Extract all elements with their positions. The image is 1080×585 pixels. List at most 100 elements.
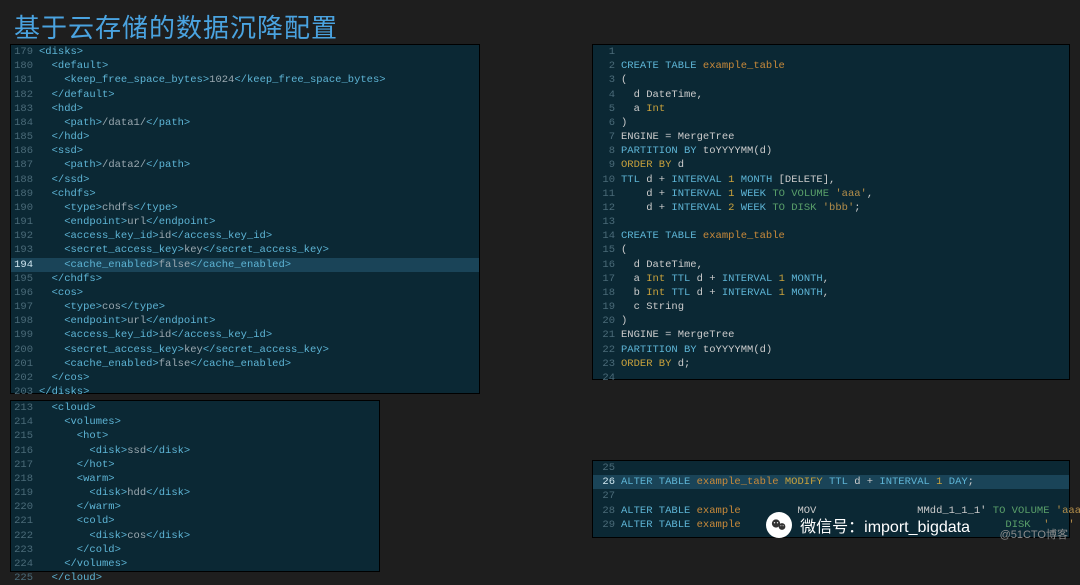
code-text: d + INTERVAL 2 WEEK TO DISK 'bbb'; (621, 201, 861, 215)
code-line: 3( (593, 73, 1069, 87)
line-number: 28 (593, 504, 621, 518)
code-text: <keep_free_space_bytes>1024</keep_free_s… (39, 73, 386, 87)
code-line: 19 c String (593, 300, 1069, 314)
code-line: 188 </ssd> (11, 173, 479, 187)
line-number: 12 (593, 201, 621, 215)
line-number: 189 (11, 187, 39, 201)
line-number: 23 (593, 357, 621, 371)
line-number: 220 (11, 500, 39, 514)
line-number: 224 (11, 557, 39, 571)
code-text: <secret_access_key>key</secret_access_ke… (39, 343, 329, 357)
code-line: 222 <disk>cos</disk> (11, 529, 379, 543)
code-line: 213 <cloud> (11, 401, 379, 415)
code-text: <disk>ssd</disk> (39, 444, 190, 458)
code-line: 224 </volumes> (11, 557, 379, 571)
code-line: 195 </chdfs> (11, 272, 479, 286)
code-line: 202 </cos> (11, 371, 479, 385)
code-line: 5 a Int (593, 102, 1069, 116)
code-line: 24 (593, 371, 1069, 385)
code-text: ORDER BY d (621, 158, 684, 172)
code-text: </cos> (39, 371, 89, 385)
code-text: ( (621, 243, 627, 257)
line-number: 201 (11, 357, 39, 371)
line-number: 24 (593, 371, 621, 385)
code-text: <endpoint>url</endpoint> (39, 215, 215, 229)
code-text: <access_key_id>id</access_key_id> (39, 229, 272, 243)
code-line: 216 <disk>ssd</disk> (11, 444, 379, 458)
line-number: 18 (593, 286, 621, 300)
code-pane-cloud-volumes[interactable]: 213 <cloud>214 <volumes>215 <hot>216 <di… (10, 400, 380, 572)
code-line: 20) (593, 314, 1069, 328)
code-pane-disks[interactable]: 179<disks>180 <default>181 <keep_free_sp… (10, 44, 480, 394)
line-number: 181 (11, 73, 39, 87)
code-text: <cloud> (39, 401, 96, 415)
code-line: 187 <path>/data2/</path> (11, 158, 479, 172)
code-line: 14CREATE TABLE example_table (593, 229, 1069, 243)
line-number: 26 (593, 475, 621, 489)
code-text: <disks> (39, 45, 83, 59)
code-text: a Int (621, 102, 665, 116)
code-text: a Int TTL d + INTERVAL 1 MONTH, (621, 272, 829, 286)
line-number: 195 (11, 272, 39, 286)
code-line: 21ENGINE = MergeTree (593, 328, 1069, 342)
line-number: 29 (593, 518, 621, 532)
code-text: <disk>cos</disk> (39, 529, 190, 543)
line-number: 197 (11, 300, 39, 314)
line-number: 186 (11, 144, 39, 158)
line-number: 202 (11, 371, 39, 385)
attribution-text: @51CTO博客 (1000, 526, 1068, 542)
line-number: 1 (593, 45, 621, 59)
code-line: 27 (593, 489, 1069, 503)
code-text: <ssd> (39, 144, 83, 158)
code-line: 8PARTITION BY toYYYYMM(d) (593, 144, 1069, 158)
line-number: 16 (593, 258, 621, 272)
code-text: </disks> (39, 385, 89, 399)
line-number: 8 (593, 144, 621, 158)
code-line: 182 </default> (11, 88, 479, 102)
line-number: 213 (11, 401, 39, 415)
line-number: 200 (11, 343, 39, 357)
line-number: 13 (593, 215, 621, 229)
code-pane-sql-create[interactable]: 12CREATE TABLE example_table3(4 d DateTi… (592, 44, 1070, 380)
code-text: <hdd> (39, 102, 83, 116)
line-number: 198 (11, 314, 39, 328)
code-line: 225 </cloud> (11, 571, 379, 585)
code-line: 180 <default> (11, 59, 479, 73)
code-text: ENGINE = MergeTree (621, 130, 734, 144)
code-text: ( (621, 73, 627, 87)
line-number: 223 (11, 543, 39, 557)
code-text: <disk>hdd</disk> (39, 486, 190, 500)
line-number: 11 (593, 187, 621, 201)
line-number: 215 (11, 429, 39, 443)
code-text: d DateTime, (621, 258, 703, 272)
line-number: 191 (11, 215, 39, 229)
code-line: 191 <endpoint>url</endpoint> (11, 215, 479, 229)
code-line: 190 <type>chdfs</type> (11, 201, 479, 215)
code-text: d DateTime, (621, 88, 703, 102)
code-text: <cos> (39, 286, 83, 300)
code-text: <endpoint>url</endpoint> (39, 314, 215, 328)
code-text: <cache_enabled>false</cache_enabled> (39, 357, 291, 371)
code-line: 215 <hot> (11, 429, 379, 443)
line-number: 203 (11, 385, 39, 399)
code-text: </hdd> (39, 130, 89, 144)
code-text: ALTER TABLE example_table MODIFY TTL d +… (621, 475, 974, 489)
code-line: 26ALTER TABLE example_table MODIFY TTL d… (593, 475, 1069, 489)
code-line: 9ORDER BY d (593, 158, 1069, 172)
code-line: 223 </cold> (11, 543, 379, 557)
code-line: 181 <keep_free_space_bytes>1024</keep_fr… (11, 73, 479, 87)
line-number: 6 (593, 116, 621, 130)
code-line: 214 <volumes> (11, 415, 379, 429)
code-line: 197 <type>cos</type> (11, 300, 479, 314)
code-text: <access_key_id>id</access_key_id> (39, 328, 272, 342)
line-number: 216 (11, 444, 39, 458)
code-text: CREATE TABLE example_table (621, 59, 785, 73)
line-number: 192 (11, 229, 39, 243)
code-line: 17 a Int TTL d + INTERVAL 1 MONTH, (593, 272, 1069, 286)
code-text: PARTITION BY toYYYYMM(d) (621, 343, 772, 357)
code-line: 16 d DateTime, (593, 258, 1069, 272)
code-line: 218 <warm> (11, 472, 379, 486)
line-number: 27 (593, 489, 621, 503)
code-text: <path>/data2/</path> (39, 158, 190, 172)
code-line: 200 <secret_access_key>key</secret_acces… (11, 343, 479, 357)
